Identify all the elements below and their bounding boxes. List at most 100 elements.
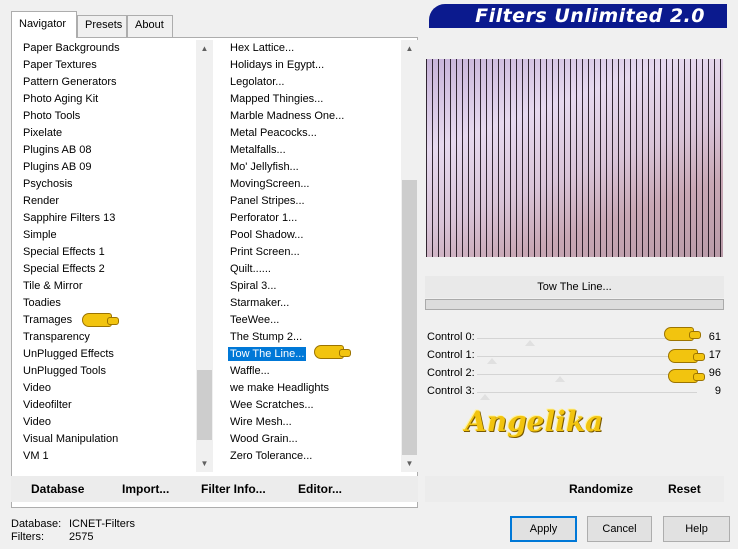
category-item[interactable]: Pattern Generators: [19, 74, 196, 91]
category-item[interactable]: Video: [19, 380, 196, 397]
scroll-up-icon[interactable]: ▲: [401, 40, 418, 57]
filter-item-label: Wood Grain...: [230, 433, 298, 445]
filter-item[interactable]: MovingScreen...: [226, 176, 401, 193]
filter-item-label: Tow The Line...: [228, 347, 307, 361]
category-item[interactable]: Plugins AB 09: [19, 159, 196, 176]
filter-item[interactable]: Metal Peacocks...: [226, 125, 401, 142]
slider-track[interactable]: [477, 356, 697, 357]
category-item-label: Paper Backgrounds: [23, 42, 120, 54]
category-item[interactable]: Tile & Mirror: [19, 278, 196, 295]
slider-track[interactable]: [477, 374, 697, 375]
category-item[interactable]: Sapphire Filters 13: [19, 210, 196, 227]
category-item[interactable]: Transparency: [19, 329, 196, 346]
tab-about-label: About: [135, 19, 164, 31]
category-scrollbar[interactable]: ▲ ▼: [196, 40, 213, 472]
slider-thumb[interactable]: [487, 358, 497, 364]
category-item[interactable]: Special Effects 2: [19, 261, 196, 278]
category-item[interactable]: Photo Aging Kit: [19, 91, 196, 108]
database-status-value: ICNET-Filters: [69, 518, 135, 530]
filter-item-label: Hex Lattice...: [230, 42, 295, 54]
filter-item[interactable]: Legolator...: [226, 74, 401, 91]
slider-thumb[interactable]: [525, 340, 535, 346]
category-scroll-thumb[interactable]: [197, 370, 212, 440]
filter-item[interactable]: TeeWee...: [226, 312, 401, 329]
category-item[interactable]: Visual Manipulation: [19, 431, 196, 448]
category-item[interactable]: Pixelate: [19, 125, 196, 142]
category-list[interactable]: Paper Backgrounds Paper Textures Pattern G…: [19, 40, 196, 472]
filter-item[interactable]: Perforator 1...: [226, 210, 401, 227]
category-item[interactable]: Plugins AB 08: [19, 142, 196, 159]
filter-item[interactable]: Hex Lattice...: [226, 40, 401, 57]
category-item[interactable]: Toadies: [19, 295, 196, 312]
category-item[interactable]: Special Effects 1: [19, 244, 196, 261]
filter-item[interactable]: Waffle...: [226, 363, 401, 380]
control-value: 9: [714, 385, 721, 397]
filter-info-button[interactable]: Filter Info...: [201, 482, 266, 496]
randomize-button[interactable]: Randomize: [569, 482, 633, 496]
filter-item-label: we make Headlights: [230, 382, 330, 394]
filter-item-label: Pool Shadow...: [230, 229, 304, 241]
filter-item[interactable]: The Stump 2...: [226, 329, 401, 346]
category-item-label: Video: [23, 416, 51, 428]
filter-item[interactable]: Panel Stripes...: [226, 193, 401, 210]
slider-track[interactable]: [477, 338, 697, 339]
help-button[interactable]: Help: [663, 516, 730, 542]
category-item[interactable]: Simple: [19, 227, 196, 244]
category-item[interactable]: UnPlugged Tools: [19, 363, 196, 380]
filter-item[interactable]: Starmaker...: [226, 295, 401, 312]
category-item[interactable]: Render: [19, 193, 196, 210]
category-item-label: Photo Tools: [23, 110, 81, 122]
category-item[interactable]: VM 1: [19, 448, 196, 465]
apply-button[interactable]: Apply: [510, 516, 577, 542]
filter-item[interactable]: Spiral 3...: [226, 278, 401, 295]
slider-track[interactable]: [477, 392, 697, 393]
scroll-up-icon[interactable]: ▲: [196, 40, 213, 57]
tab-about[interactable]: About: [127, 15, 173, 37]
category-item-label: Visual Manipulation: [23, 433, 119, 445]
control-slider-3[interactable]: Control 3: 9: [425, 383, 724, 401]
filter-item[interactable]: Pool Shadow...: [226, 227, 401, 244]
category-item-label: Special Effects 2: [23, 263, 105, 275]
category-item[interactable]: Photo Tools: [19, 108, 196, 125]
control-value: 17: [708, 349, 721, 361]
category-item[interactable]: UnPlugged Effects: [19, 346, 196, 363]
category-item-label: Tile & Mirror: [23, 280, 83, 292]
bottom-toolbar: Database Import... Filter Info... Editor…: [11, 476, 418, 502]
cancel-button[interactable]: Cancel: [587, 516, 652, 542]
filter-item[interactable]: Metalfalls...: [226, 142, 401, 159]
filter-item[interactable]: Quilt......: [226, 261, 401, 278]
filter-scrollbar[interactable]: ▲ ▼: [401, 40, 418, 472]
slider-thumb[interactable]: [555, 376, 565, 382]
filter-item[interactable]: Mo' Jellyfish...: [226, 159, 401, 176]
filter-list[interactable]: Hex Lattice... Holidays in Egypt... Legola…: [226, 40, 401, 472]
category-item[interactable]: Psychosis: [19, 176, 196, 193]
scroll-down-icon[interactable]: ▼: [401, 455, 418, 472]
scroll-down-icon[interactable]: ▼: [196, 455, 213, 472]
category-item-label: Plugins AB 08: [23, 144, 92, 156]
tab-presets[interactable]: Presets: [77, 15, 127, 37]
filter-item[interactable]: Wood Grain...: [226, 431, 401, 448]
editor-button[interactable]: Editor...: [298, 482, 342, 496]
database-button[interactable]: Database: [31, 482, 84, 496]
tab-navigator[interactable]: Navigator: [11, 11, 77, 38]
filter-item[interactable]: Holidays in Egypt...: [226, 57, 401, 74]
filter-item[interactable]: Wee Scratches...: [226, 397, 401, 414]
category-item[interactable]: Videofilter: [19, 397, 196, 414]
signature-watermark: Angelika: [465, 405, 604, 438]
filter-item[interactable]: Marble Madness One...: [226, 108, 401, 125]
filter-item[interactable]: Mapped Thingies...: [226, 91, 401, 108]
reset-button[interactable]: Reset: [668, 482, 701, 496]
category-item[interactable]: Paper Backgrounds: [19, 40, 196, 57]
filter-item[interactable]: Zero Tolerance...: [226, 448, 401, 465]
import-button[interactable]: Import...: [122, 482, 169, 496]
category-item[interactable]: Video: [19, 414, 196, 431]
filter-item[interactable]: Print Screen...: [226, 244, 401, 261]
category-item[interactable]: Paper Textures: [19, 57, 196, 74]
filter-item[interactable]: we make Headlights: [226, 380, 401, 397]
control-value: 96: [708, 367, 721, 379]
filter-item-label: MovingScreen...: [230, 178, 310, 190]
control-label: Control 0:: [427, 331, 475, 343]
filter-item[interactable]: Wire Mesh...: [226, 414, 401, 431]
filter-scroll-thumb[interactable]: [402, 180, 417, 455]
slider-thumb[interactable]: [480, 394, 490, 400]
